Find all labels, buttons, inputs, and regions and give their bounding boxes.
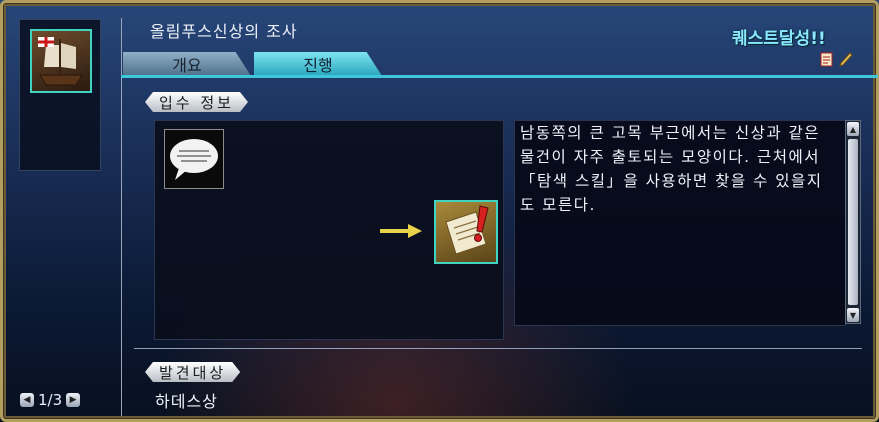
page-indicator: 1/3 <box>38 391 63 409</box>
description-scrollbar[interactable]: ▲ ▼ <box>845 120 861 324</box>
acquisition-description: 남동쪽의 큰 고목 부근에서는 신상과 같은 물건이 자주 출토되는 모양이다.… <box>520 124 823 214</box>
next-page-button[interactable]: ▶ <box>66 393 81 407</box>
discovery-target-label: 발견대상 <box>145 362 240 382</box>
tab-overview[interactable]: 개요 <box>123 52 251 76</box>
memo-icon[interactable] <box>820 52 833 67</box>
scroll-down-button[interactable]: ▼ <box>847 308 859 322</box>
scroll-up-button[interactable]: ▲ <box>847 122 859 136</box>
tab-progress[interactable]: 진행 <box>254 52 382 76</box>
acquisition-info-label: 입수 정보 <box>145 92 248 112</box>
quest-document-icon[interactable] <box>434 200 498 264</box>
speech-bubble-icon[interactable] <box>164 129 224 189</box>
tab-underline <box>121 75 878 78</box>
pen-icon[interactable] <box>839 52 852 67</box>
scroll-thumb[interactable] <box>848 139 858 305</box>
ship-icon[interactable] <box>30 29 92 93</box>
prev-page-button[interactable]: ◀ <box>20 393 34 407</box>
quest-title: 올림푸스신상의 조사 <box>150 22 298 41</box>
arrow-right-icon <box>380 224 422 238</box>
tool-icons <box>820 52 852 67</box>
section-divider <box>134 348 862 349</box>
page-navigator: ◀ 1/3 ▶ <box>20 389 81 411</box>
quest-achieved-label: 퀘스트달성!! <box>732 29 826 49</box>
discovery-target-value: 하데스상 <box>155 392 218 411</box>
